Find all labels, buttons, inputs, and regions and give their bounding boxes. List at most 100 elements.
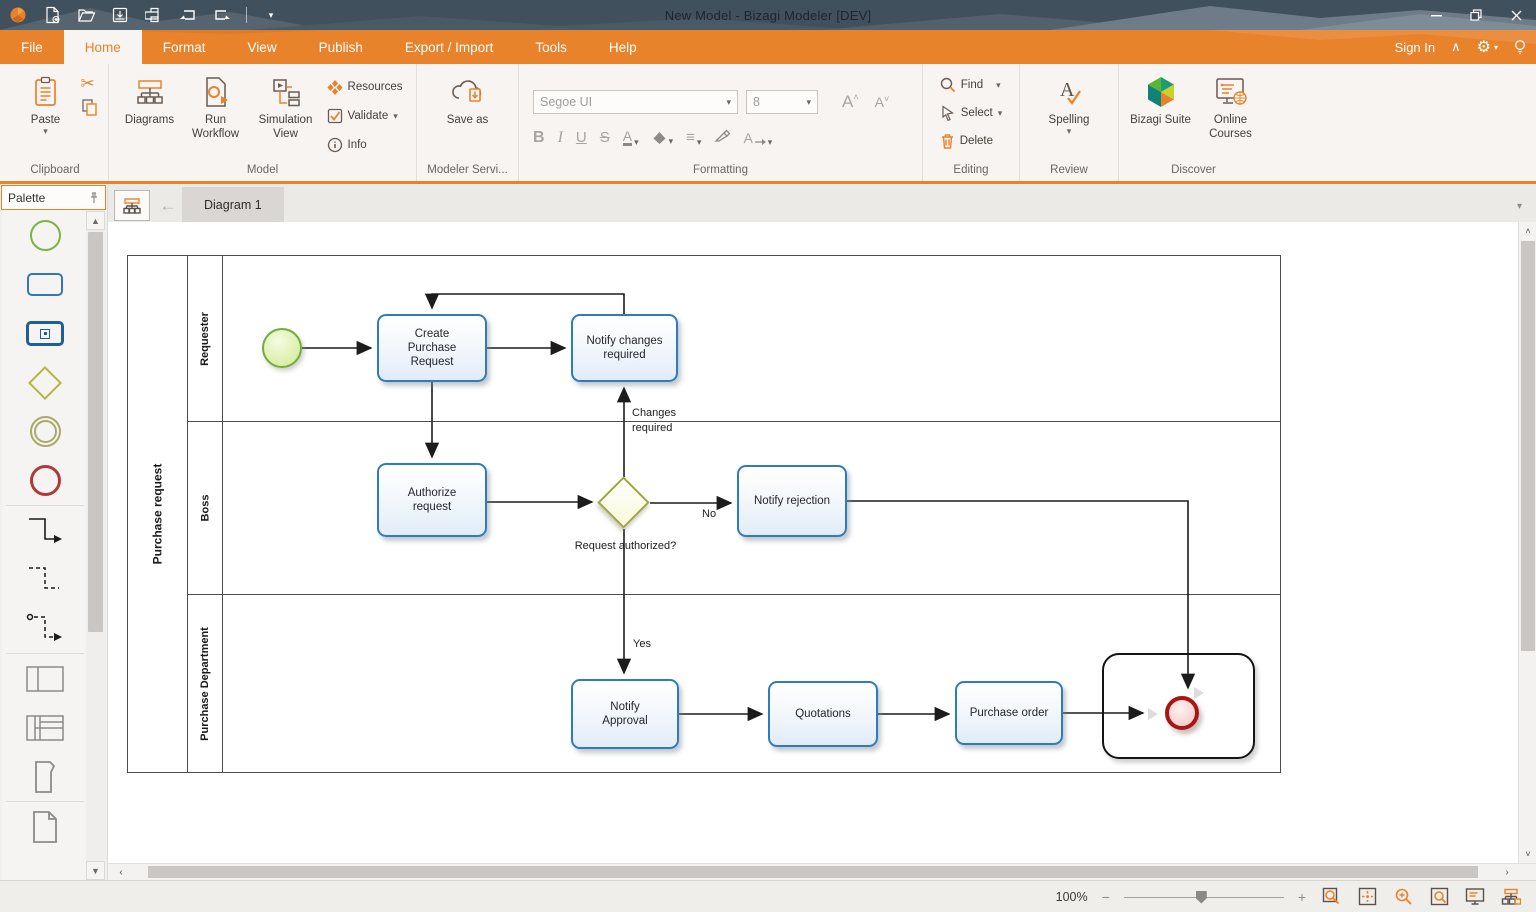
task-notify-approval[interactable]: Notify Approval bbox=[571, 679, 679, 749]
palette-scrollbar[interactable]: ▲ ▼ bbox=[86, 211, 105, 880]
whats-new-bulb-icon[interactable] bbox=[1514, 39, 1526, 55]
palette-sequence-flow[interactable] bbox=[2, 506, 88, 555]
zoom-slider-handle[interactable] bbox=[1196, 891, 1207, 904]
palette-end-event[interactable] bbox=[2, 456, 88, 505]
palette-scroll-down-icon[interactable]: ▼ bbox=[86, 861, 105, 880]
close-button[interactable] bbox=[1496, 0, 1536, 30]
canvas-vertical-scrollbar[interactable]: ˄ ˅ bbox=[1518, 222, 1536, 863]
menu-help[interactable]: Help bbox=[588, 30, 658, 64]
resources-button[interactable]: Resources bbox=[323, 77, 407, 97]
diagram-overview-button[interactable] bbox=[114, 190, 150, 221]
delete-button[interactable]: Delete bbox=[936, 131, 1007, 151]
palette-intermediate-event[interactable] bbox=[2, 407, 88, 456]
canvas-scroll-right-icon[interactable]: › bbox=[1498, 864, 1516, 880]
canvas-horizontal-scrollbar[interactable]: ‹ › bbox=[108, 863, 1536, 880]
underline-button[interactable]: U bbox=[576, 129, 587, 146]
sign-in-button[interactable]: Sign In bbox=[1395, 40, 1435, 55]
font-name-select[interactable]: Segoe UI ▾ bbox=[533, 90, 738, 114]
task-create-purchase-request[interactable]: Create Purchase Request bbox=[377, 314, 487, 382]
menu-home[interactable]: Home bbox=[64, 30, 142, 64]
palette-pool[interactable] bbox=[2, 654, 88, 703]
diagram-canvas[interactable]: Purchase request Requester Boss Purchase… bbox=[108, 222, 1536, 863]
diagrams-button[interactable]: Diagrams bbox=[119, 68, 181, 127]
palette-start-event[interactable] bbox=[2, 211, 88, 260]
task-notify-changes-required[interactable]: Notify changes required bbox=[571, 314, 678, 382]
tab-overflow-caret-icon[interactable]: ▾ bbox=[1517, 201, 1522, 212]
qat-customize-icon[interactable]: ▾ bbox=[261, 5, 281, 25]
format-painter-icon[interactable] bbox=[714, 128, 730, 148]
tab-back-arrow-icon[interactable]: ← bbox=[154, 190, 182, 221]
undo-icon[interactable] bbox=[178, 5, 198, 25]
palette-scroll-up-icon[interactable]: ▲ bbox=[86, 211, 105, 230]
bizagi-suite-button[interactable]: Bizagi Suite bbox=[1125, 68, 1197, 127]
open-model-icon[interactable] bbox=[76, 5, 96, 25]
fill-color-button[interactable]: ▾ bbox=[652, 131, 674, 145]
fit-to-window-icon[interactable] bbox=[1320, 886, 1342, 908]
edge-label-request-authorized[interactable]: Request authorized? bbox=[563, 539, 688, 554]
settings-gear-icon[interactable]: ⚙ ▾ bbox=[1477, 37, 1498, 57]
paste-button[interactable]: Paste ▾ bbox=[13, 68, 79, 135]
italic-button[interactable]: I bbox=[558, 129, 563, 147]
palette-data-object[interactable] bbox=[2, 802, 88, 851]
zoom-tool-icon[interactable] bbox=[1392, 886, 1414, 908]
presentation-mode-icon[interactable] bbox=[1464, 886, 1486, 908]
menu-file[interactable]: File bbox=[0, 30, 64, 64]
diagram-connectors[interactable] bbox=[108, 222, 1518, 862]
palette-lane[interactable] bbox=[2, 703, 88, 752]
online-courses-button[interactable]: Online Courses bbox=[1199, 68, 1263, 141]
save-icon[interactable] bbox=[110, 5, 130, 25]
canvas-scroll-down-icon[interactable]: ˅ bbox=[1519, 845, 1536, 863]
palette-message-flow[interactable] bbox=[2, 604, 88, 653]
palette-scroll-thumb[interactable] bbox=[88, 232, 103, 632]
canvas-scroll-up-icon[interactable]: ˄ bbox=[1519, 222, 1536, 240]
run-workflow-button[interactable]: Run Workflow bbox=[183, 68, 249, 141]
palette-task[interactable] bbox=[2, 260, 88, 309]
zoom-region-icon[interactable] bbox=[1428, 886, 1450, 908]
zoom-slider[interactable] bbox=[1124, 889, 1284, 905]
redo-icon[interactable] bbox=[212, 5, 232, 25]
edge-label-changes-required[interactable]: Changes required bbox=[632, 406, 702, 436]
end-event[interactable] bbox=[1165, 696, 1199, 730]
font-color-button[interactable]: A ▾ bbox=[623, 130, 639, 146]
menu-format[interactable]: Format bbox=[142, 30, 227, 64]
start-event[interactable] bbox=[262, 328, 302, 368]
menu-publish[interactable]: Publish bbox=[298, 30, 384, 64]
print-icon[interactable] bbox=[144, 5, 164, 25]
menu-export-import[interactable]: Export / Import bbox=[384, 30, 515, 64]
cut-icon[interactable]: ✂ bbox=[81, 76, 98, 92]
minimize-button[interactable] bbox=[1416, 0, 1456, 30]
shrink-font-button[interactable]: A˅ bbox=[875, 94, 890, 110]
canvas-scroll-left-icon[interactable]: ‹ bbox=[112, 864, 130, 880]
pin-icon[interactable] bbox=[89, 192, 99, 204]
zoom-out-button[interactable]: − bbox=[1102, 889, 1110, 905]
validate-button[interactable]: Validate ▾ bbox=[323, 106, 407, 126]
restore-button[interactable] bbox=[1456, 0, 1496, 30]
bold-button[interactable]: B bbox=[533, 129, 545, 147]
zoom-in-button[interactable]: + bbox=[1298, 889, 1306, 905]
select-button[interactable]: Select ▾ bbox=[936, 103, 1007, 123]
collapse-ribbon-icon[interactable]: ∧ bbox=[1451, 39, 1461, 55]
palette-gateway[interactable] bbox=[2, 358, 88, 407]
edge-label-yes[interactable]: Yes bbox=[633, 637, 651, 652]
spelling-button[interactable]: A Spelling ▾ bbox=[1036, 68, 1102, 135]
info-button[interactable]: Info bbox=[323, 135, 407, 155]
new-model-icon[interactable] bbox=[42, 5, 62, 25]
task-quotations[interactable]: Quotations bbox=[768, 681, 878, 747]
simulation-view-button[interactable]: Simulation View bbox=[251, 68, 321, 141]
canvas-hscroll-thumb[interactable] bbox=[148, 866, 1478, 878]
task-notify-rejection[interactable]: Notify rejection bbox=[737, 465, 847, 537]
strikethrough-button[interactable]: S bbox=[600, 129, 610, 146]
menu-view[interactable]: View bbox=[227, 30, 298, 64]
line-style-button[interactable]: ≡ ▾ bbox=[686, 129, 701, 146]
palette-sub-process[interactable] bbox=[2, 309, 88, 358]
palette-milestone[interactable] bbox=[2, 752, 88, 801]
save-as-button[interactable]: Save as bbox=[428, 68, 508, 127]
task-purchase-order[interactable]: Purchase order bbox=[955, 681, 1063, 745]
grow-font-button[interactable]: A˄ bbox=[842, 92, 859, 112]
task-authorize-request[interactable]: Authorize request bbox=[377, 463, 487, 537]
font-size-select[interactable]: 8 ▾ bbox=[746, 90, 818, 114]
palette-association[interactable] bbox=[2, 555, 88, 604]
pan-mode-icon[interactable] bbox=[1356, 886, 1378, 908]
edge-label-no[interactable]: No bbox=[702, 507, 716, 522]
diagram-map-icon[interactable] bbox=[1500, 886, 1522, 908]
